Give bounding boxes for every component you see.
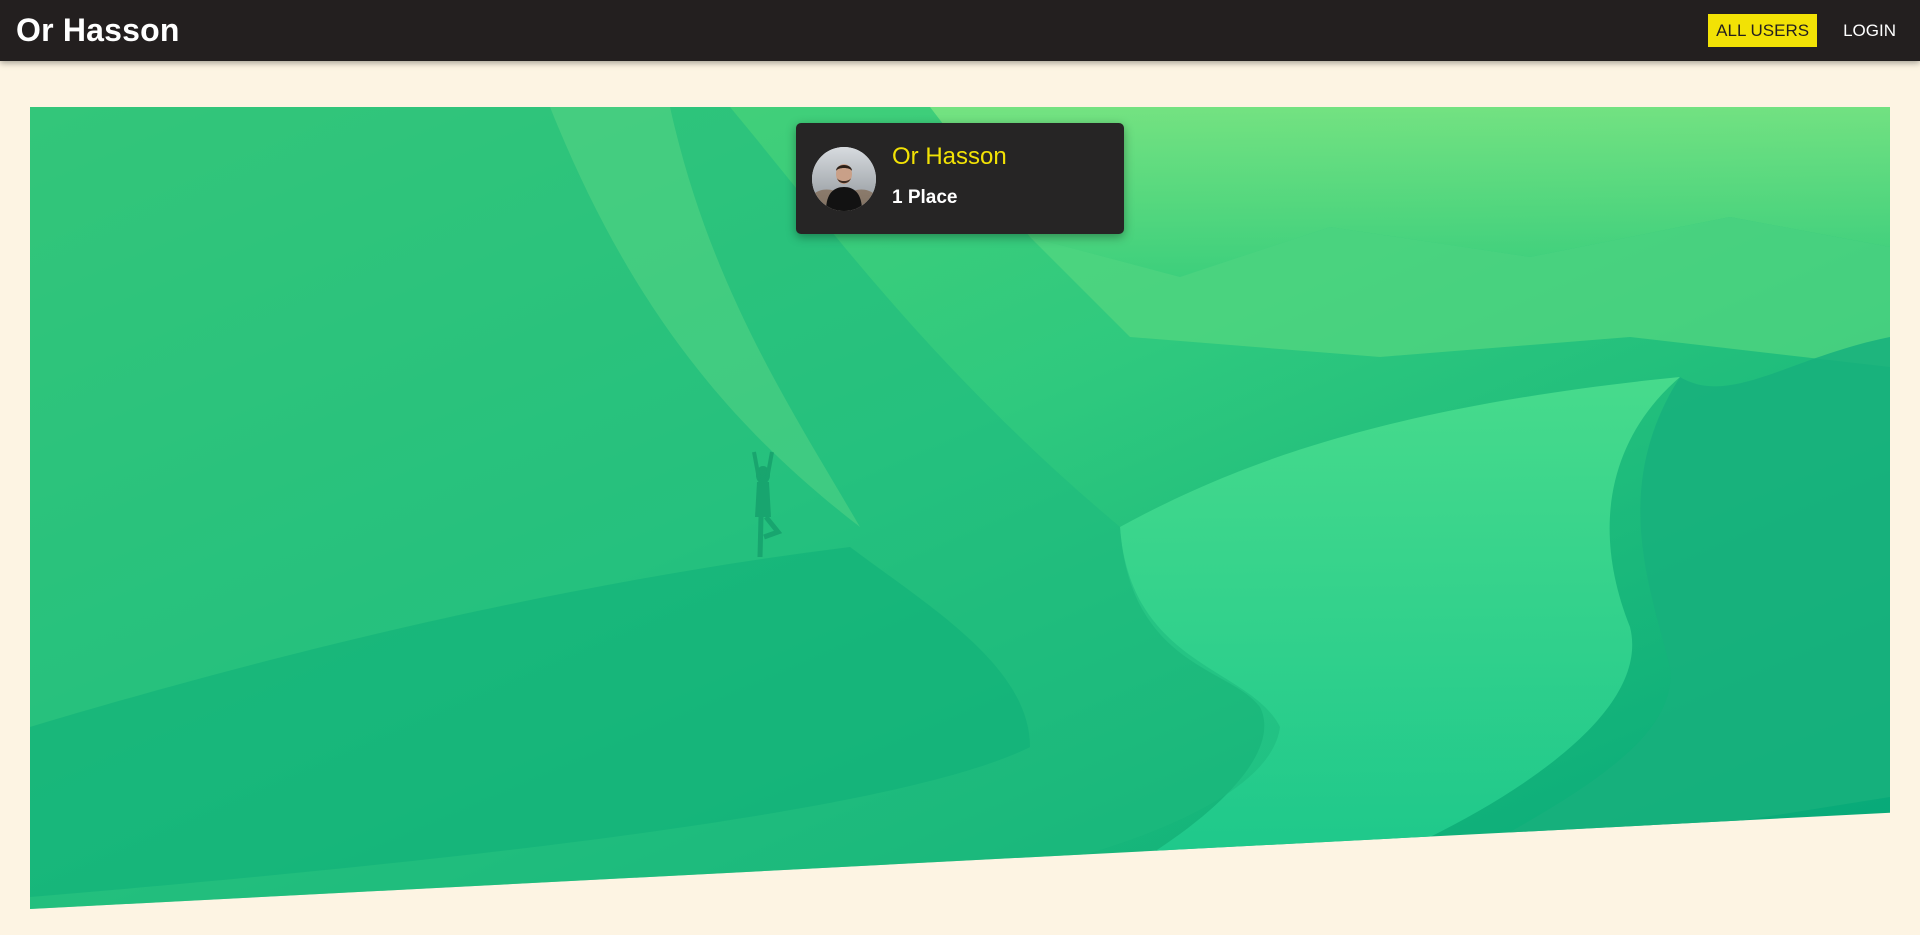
brand-title[interactable]: Or Hasson — [16, 12, 180, 49]
nav-login-link[interactable]: LOGIN — [1835, 14, 1904, 47]
place-count: 1 Place — [892, 186, 958, 208]
nav-all-users-link[interactable]: ALL USERS — [1708, 14, 1818, 47]
main-nav: ALL USERS LOGIN — [1708, 14, 1904, 47]
avatar-photo-icon — [812, 146, 876, 211]
top-navbar: Or Hasson ALL USERS LOGIN — [0, 0, 1920, 61]
user-name[interactable]: Or Hasson — [892, 143, 1007, 171]
user-place-card[interactable]: Or Hasson 1 Place — [796, 123, 1124, 234]
user-avatar[interactable] — [812, 146, 876, 211]
card-text-block: Or Hasson 1 Place — [892, 143, 1007, 209]
